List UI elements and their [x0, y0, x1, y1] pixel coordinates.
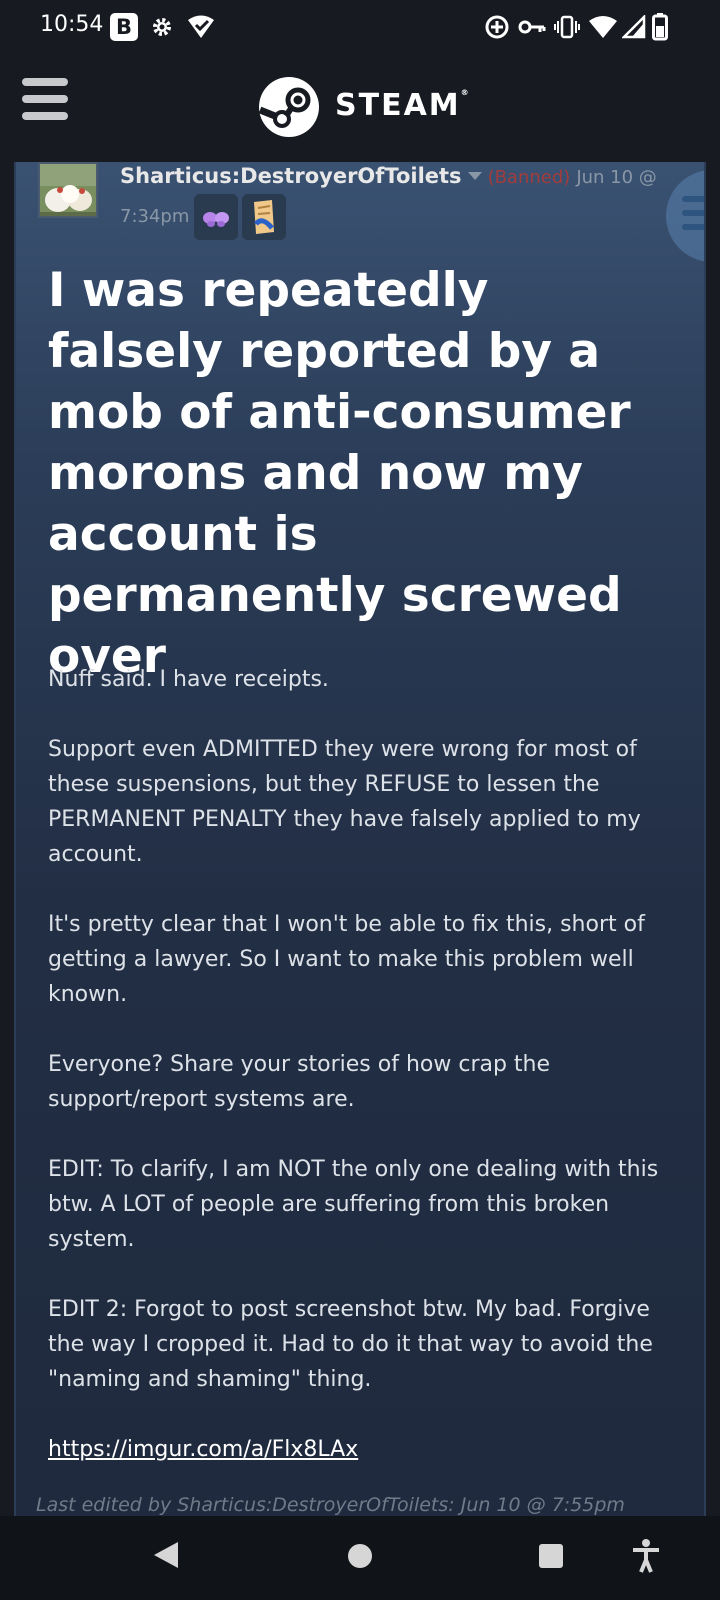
- post-paragraph: EDIT 2: Forgot to post screenshot btw. M…: [48, 1297, 653, 1392]
- system-nav-bar: [0, 1516, 720, 1600]
- hamburger-menu-icon[interactable]: [22, 78, 68, 120]
- post-paragraph: It's pretty clear that I won't be able t…: [48, 912, 645, 1007]
- add-circle-icon: [484, 12, 510, 42]
- post-paragraph: Nuff said. I have receipts.: [48, 667, 329, 692]
- post-paragraph: Everyone? Share your stories of how crap…: [48, 1052, 551, 1112]
- steam-header: STEAM®: [0, 56, 720, 162]
- post-date: Jun 10 @: [576, 167, 657, 188]
- key-icon: [518, 12, 546, 42]
- post-time: 7:34pm: [120, 206, 190, 227]
- status-time: 10:54: [40, 12, 104, 37]
- home-icon[interactable]: [348, 1544, 372, 1568]
- post-paragraph: EDIT: To clarify, I am NOT the only one …: [48, 1157, 659, 1252]
- status-bar: 10:54 B: [0, 0, 720, 56]
- post-author-row: Sharticus:DestroyerOfToilets (Banned) Jun …: [120, 164, 680, 190]
- vibrate-icon: [553, 12, 581, 42]
- avatar[interactable]: [38, 162, 98, 218]
- last-edited-note: Last edited by Sharticus:DestroyerOfToil…: [36, 1494, 625, 1516]
- author-dropdown-icon[interactable]: [467, 172, 482, 180]
- post-title: I was repeatedly falsely reported by a m…: [48, 263, 631, 684]
- steam-wordmark[interactable]: STEAM®: [335, 88, 469, 123]
- author-name[interactable]: Sharticus:DestroyerOfToilets: [120, 164, 462, 188]
- imgur-link[interactable]: https://imgur.com/a/Flx8LAx: [48, 1437, 358, 1462]
- post-body: Nuff said. I have receipts. Support even…: [48, 662, 688, 1502]
- banned-badge: (Banned): [487, 167, 571, 188]
- steam-logo-icon[interactable]: [258, 76, 320, 138]
- signal-icon: [622, 12, 646, 42]
- scroll-badge-icon[interactable]: [242, 194, 286, 240]
- b-app-icon: B: [110, 13, 138, 41]
- back-icon[interactable]: [154, 1542, 178, 1568]
- butterfly-badge-icon[interactable]: [194, 194, 238, 240]
- wifi-icon: [588, 12, 618, 42]
- post-panel: Sharticus:DestroyerOfToilets (Banned) Jun …: [14, 162, 706, 1516]
- post-paragraph: Support even ADMITTED they were wrong fo…: [48, 737, 641, 867]
- recents-icon[interactable]: [539, 1544, 563, 1568]
- accessibility-icon[interactable]: [630, 1538, 662, 1574]
- wifi-check-icon: [186, 12, 216, 42]
- gear-icon: [150, 12, 174, 42]
- battery-icon: [652, 12, 668, 42]
